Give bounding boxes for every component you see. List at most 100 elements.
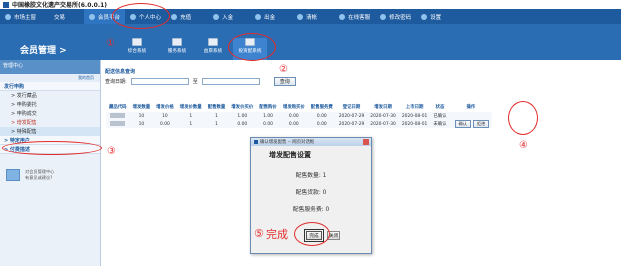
table-cell: 1	[215, 121, 218, 127]
nav-item-change-password[interactable]: 修改密码	[375, 9, 416, 24]
feedback-widget[interactable]: 对会员管理中心 有意见或建议?	[6, 164, 94, 186]
annotation-number-4: ④	[519, 140, 528, 151]
redacted-code	[110, 113, 126, 118]
annotation-circle-confirm-button	[508, 101, 538, 135]
confirm-button[interactable]: 确认	[454, 120, 471, 128]
service-icon	[339, 13, 346, 20]
table-cell: 未确认	[433, 122, 447, 127]
table-cell: 2020-07-30	[370, 121, 396, 127]
title-bar: 中国橡胶文化遗产交易所(6.0.0.1)	[0, 0, 621, 9]
computer-icon	[6, 169, 20, 181]
table-cell: 10	[138, 121, 145, 127]
clear-icon	[297, 13, 304, 20]
table-cell: 0.00	[316, 121, 327, 127]
close-icon[interactable]	[363, 139, 369, 145]
nav-label: 充值	[180, 14, 192, 21]
redacted-code	[110, 121, 126, 126]
nav-item-deposit[interactable]: 入金	[208, 9, 238, 24]
module-bar: 会员管理 > 综合系统 服务系统 益禀系统 投资配系统	[0, 24, 621, 60]
placement-table: 藏品代码 增发数量 增发价格 增发价数量 配售数量 增发价买价 配售购价 增发购买价 配售服务费…	[106, 102, 493, 128]
column-header: 增发价买价	[228, 102, 257, 112]
collection-code-cell	[106, 112, 130, 120]
table-body: 10 10 1 1 1.00 1.00 0.00 0.00 2020-07-29 2020-07-…	[106, 112, 493, 128]
date-filter-label: 查询日期:	[105, 78, 127, 85]
column-header: 配售数量	[204, 102, 229, 112]
nav-item-trade[interactable]: 交易	[49, 9, 70, 24]
table-cell: 2020-07-29	[338, 113, 365, 119]
placement-payment-text: 配售货款: 0	[295, 190, 327, 196]
module-service-system[interactable]: 服务系统	[160, 38, 194, 60]
annotation-circle-special-placement	[2, 141, 102, 155]
recharge-icon	[171, 13, 178, 20]
table-cell: 1	[189, 113, 193, 119]
nav-item-clear-account[interactable]: 清帐	[292, 9, 322, 24]
query-button[interactable]: 查询	[273, 76, 296, 86]
module-label: 服务系统	[167, 49, 187, 54]
annotation-circle-member-platform	[112, 3, 170, 29]
annotation-number-5: ⑤	[254, 227, 264, 240]
table-cell: 0.00	[288, 113, 299, 119]
dialog-window-title: 确认增发配售 -- 网页对话框	[260, 140, 315, 145]
nav-label: 交易	[54, 14, 66, 21]
dialog-title-bar: 确认增发配售 -- 网页对话框	[251, 138, 371, 146]
sidebar-item-issue-collection[interactable]: > 发行藏品	[0, 91, 100, 100]
sidebar-header: 管理中心	[0, 60, 100, 74]
table-cell: 0.00	[160, 121, 170, 127]
nav-item-online-service[interactable]: 在线客服	[334, 9, 375, 24]
monitor-icon	[132, 38, 142, 46]
nav-item-market[interactable]: 市场主窗	[0, 9, 41, 24]
table-cell: 0.00	[288, 121, 299, 127]
table-row: 10 0.00 1 1 0.00 0.00 0.00 0.00 2020-07-29 2020-0…	[106, 120, 493, 128]
column-header: 上市日期	[398, 102, 431, 112]
annotation-number-1: ①	[106, 38, 115, 49]
column-header: 增发日期	[367, 102, 399, 112]
module-general-system[interactable]: 综合系统	[120, 38, 154, 60]
table-cell: 2020-07-29	[338, 121, 365, 127]
module-benefit-system[interactable]: 益禀系统	[196, 38, 230, 60]
widget-text-line: 有意见或建议?	[25, 175, 53, 180]
platform-icon	[89, 13, 96, 20]
nav-label: 设置	[430, 14, 442, 21]
collection-code-cell	[106, 120, 130, 128]
start-date-input[interactable]	[130, 77, 189, 85]
column-header: 状态	[430, 102, 450, 112]
nav-item-withdraw[interactable]: 出金	[250, 9, 280, 24]
nav-item-recharge[interactable]: 充值	[166, 9, 196, 24]
annotation-circle-ok-button	[294, 222, 330, 246]
table-header-row: 藏品代码 增发数量 增发价格 增发价数量 配售数量 增发价买价 配售购价 增发购买价 配售服务费…	[106, 102, 493, 112]
column-header: 增发价数量	[176, 102, 205, 112]
key-icon	[380, 13, 387, 20]
table-cell: 1	[215, 113, 218, 119]
dialog-heading: 增发配售设置	[269, 151, 311, 159]
sidebar-group-issue[interactable]: 发行申购	[0, 82, 100, 91]
nav-label: 入金	[222, 14, 234, 21]
app-title: 中国橡胶文化遗产交易所(6.0.0.1)	[12, 2, 108, 9]
app-window: 中国橡胶文化遗产交易所(6.0.0.1) 市场主窗 交易 会员平台 个人中心 充…	[0, 0, 621, 266]
gear-icon	[421, 13, 428, 20]
actions-cell: 确认 拒绝	[450, 120, 493, 128]
withdraw-icon	[255, 13, 262, 20]
printer-icon	[208, 38, 218, 46]
sidebar-item-additional-placement[interactable]: > 增发配售	[0, 118, 100, 127]
nav-item-settings[interactable]: 设置	[416, 9, 446, 24]
annotation-number-2: ②	[279, 64, 288, 75]
sidebar-item-special-placement[interactable]: > 特殊配售	[0, 127, 100, 136]
sidebar: 管理中心 我的首页 发行申购 > 发行藏品 > 申购委托 > 申购成交 > 增发…	[0, 60, 101, 266]
column-header: 增发价格	[153, 102, 177, 112]
camera-icon	[172, 38, 182, 46]
end-date-input[interactable]	[201, 77, 260, 85]
table-cell: 1	[189, 121, 193, 127]
sidebar-item-subscribe-deal[interactable]: > 申购成交	[0, 109, 100, 118]
nav-label: 修改密码	[389, 14, 412, 21]
nav-label: 清帐	[306, 14, 318, 21]
table-cell: 10	[138, 113, 145, 119]
actions-cell	[450, 112, 493, 120]
sidebar-home-link[interactable]: 我的首页	[0, 74, 100, 82]
column-header: 登记日期	[335, 102, 368, 112]
deposit-icon	[213, 13, 220, 20]
column-header: 增发数量	[129, 102, 154, 112]
table-cell: 0.00	[316, 113, 327, 119]
reject-button[interactable]: 拒绝	[472, 120, 490, 128]
date-range-separator: 至	[192, 78, 198, 85]
sidebar-item-subscribe-order[interactable]: > 申购委托	[0, 100, 100, 109]
